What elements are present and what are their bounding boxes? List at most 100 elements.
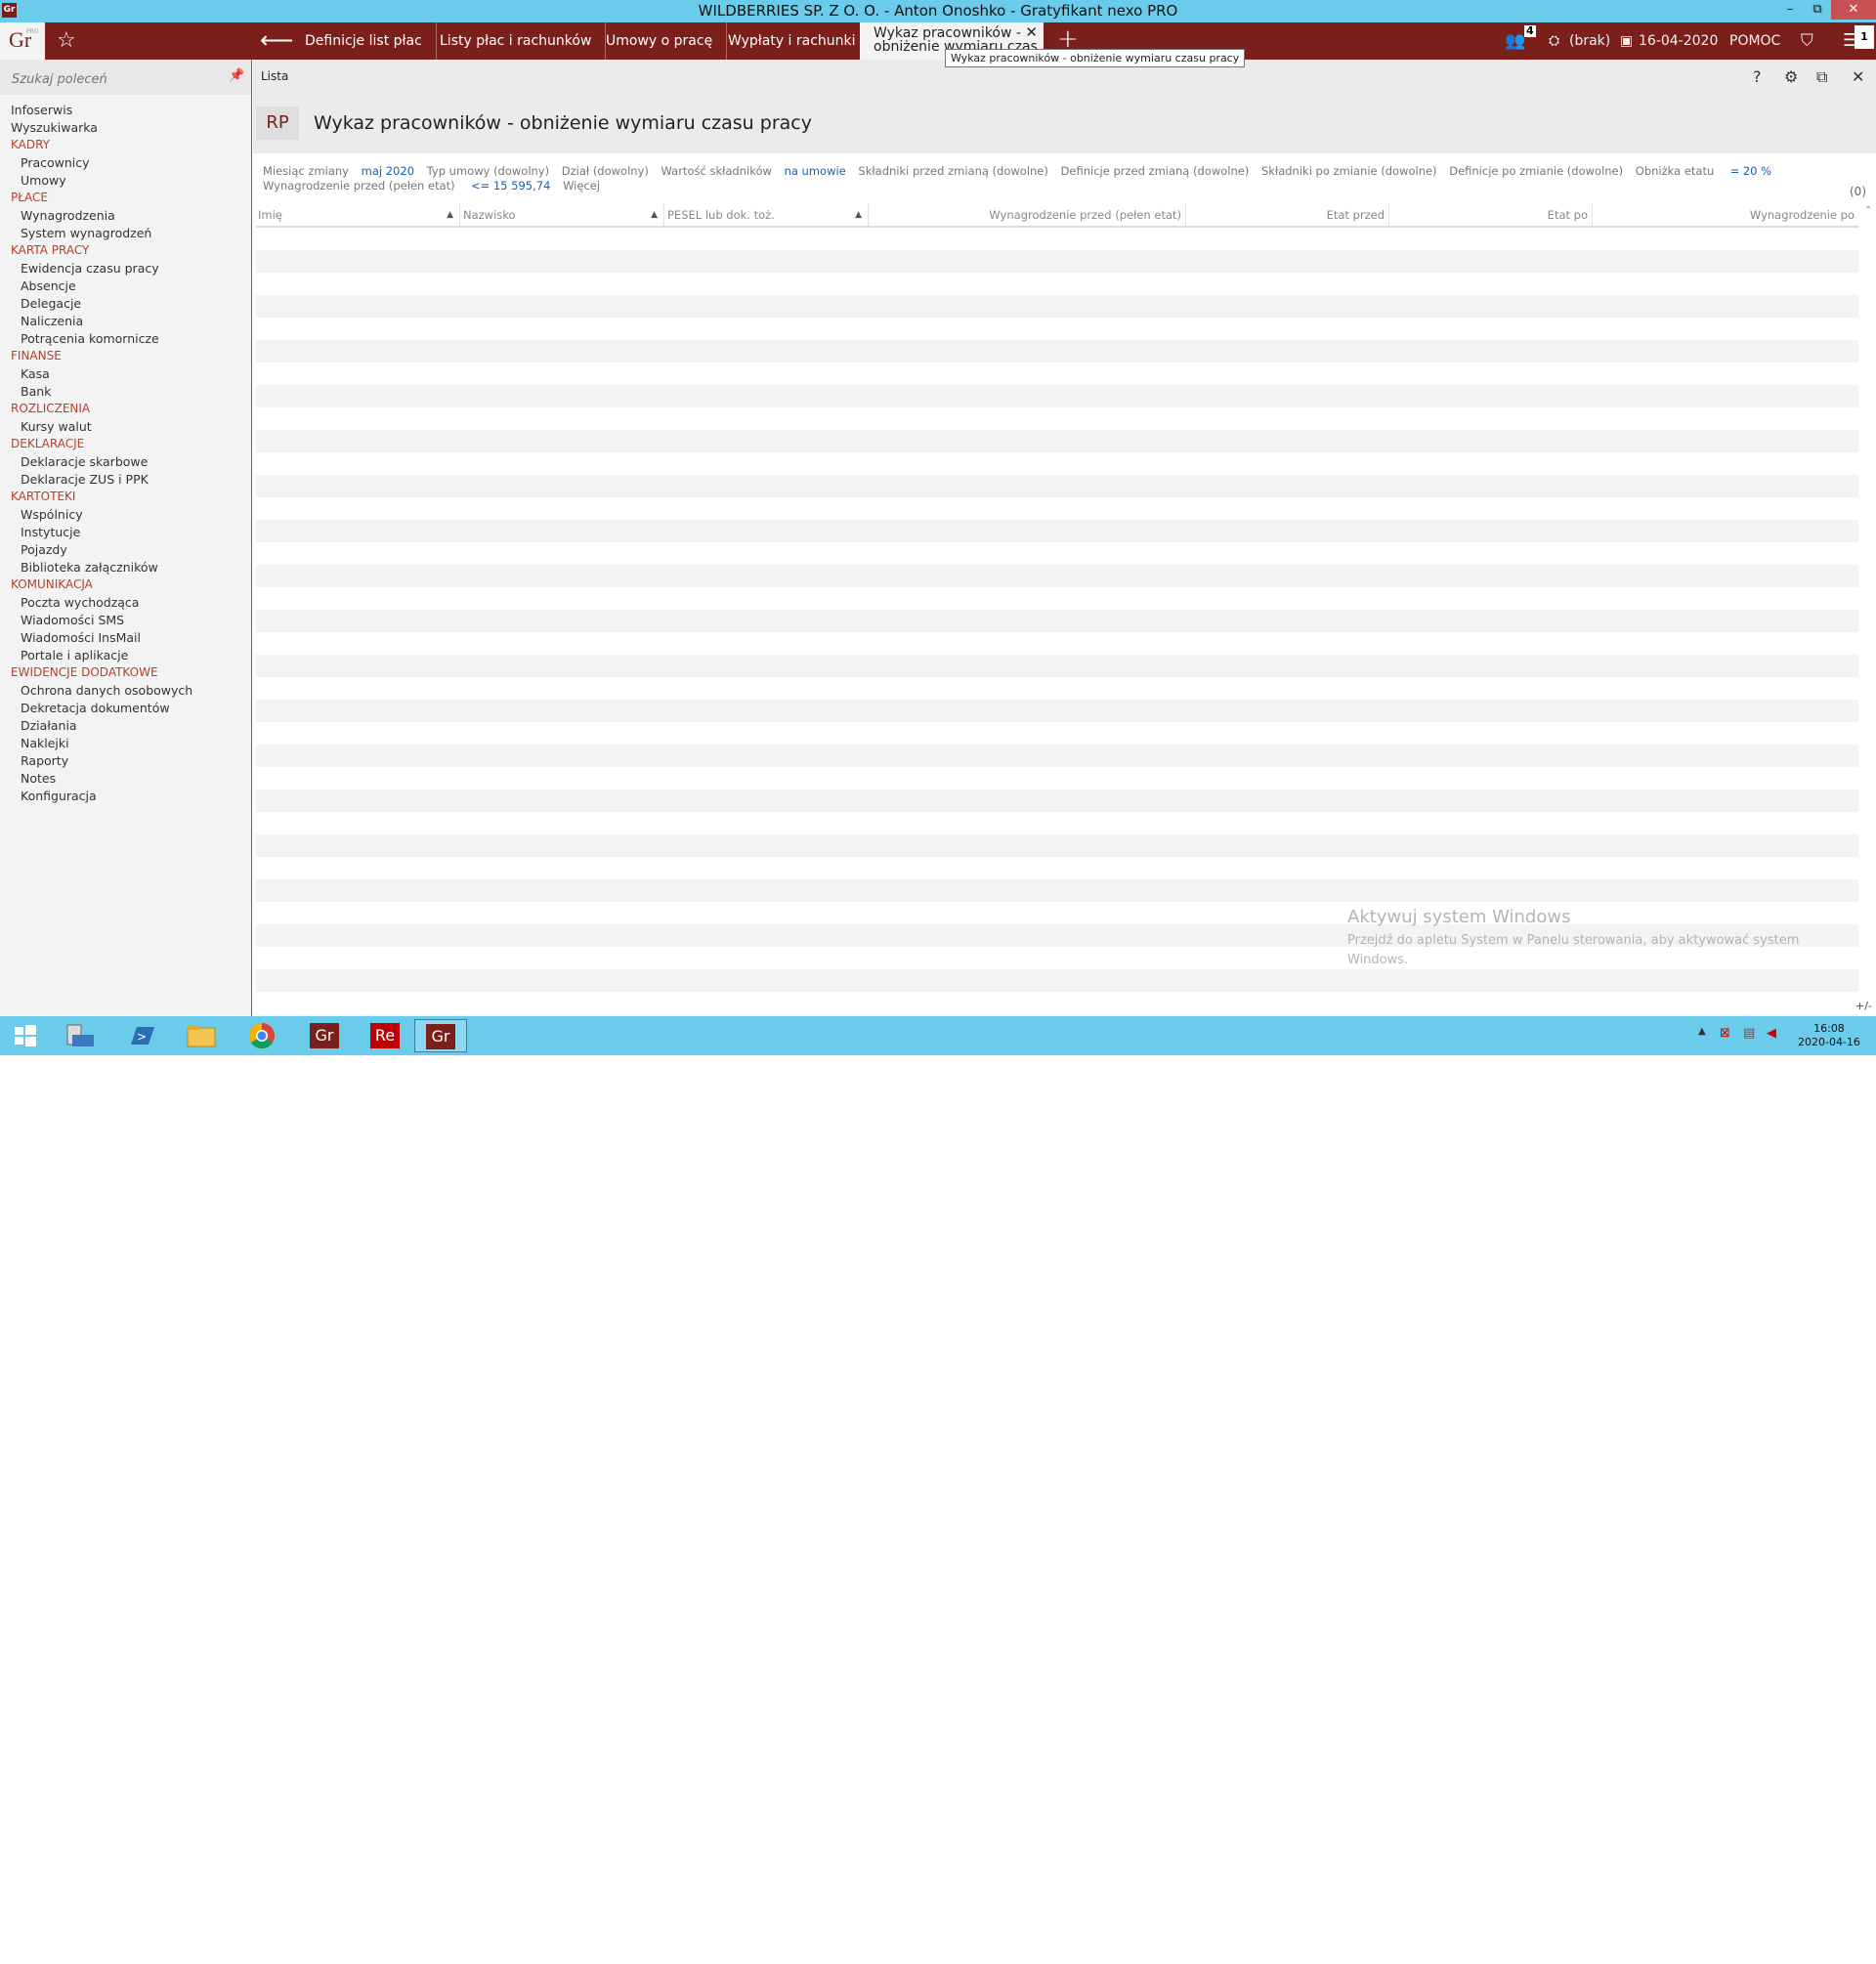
sidebar-item[interactable]: System wynagrodzeń — [0, 226, 251, 243]
column-pesel[interactable]: PESEL lub dok. toż. ▲ — [664, 204, 869, 226]
filter-miesiac-value[interactable]: maj 2020 — [362, 164, 414, 178]
active-tab-label-line1: Wykaz pracowników - — [874, 25, 1021, 41]
tab-definicje-list-plac[interactable]: Definicje list płac — [291, 22, 437, 60]
sidebar-item[interactable]: Wiadomości InsMail — [0, 630, 251, 648]
sidebar-item[interactable]: Kasa — [0, 366, 251, 384]
column-etat-przed[interactable]: Etat przed — [1186, 204, 1389, 226]
filter-skladniki-przed[interactable]: Składniki przed zmianą (dowolne) — [858, 164, 1047, 178]
column-wynagrodzenie-przed[interactable]: Wynagrodzenie przed (pełen etat) — [869, 204, 1186, 226]
filter-definicje-przed[interactable]: Definicje przed zmianą (dowolne) — [1061, 164, 1250, 178]
sidebar-item[interactable]: Konfiguracja — [0, 789, 251, 806]
favorites-star-icon[interactable]: ☆ — [57, 28, 76, 53]
sidebar-item[interactable]: Deklaracje ZUS i PPK — [0, 472, 251, 490]
working-date[interactable]: 16-04-2020 — [1639, 22, 1718, 60]
close-view-icon[interactable]: ✕ — [1852, 67, 1864, 86]
powershell-icon[interactable]: > — [119, 1019, 162, 1052]
sidebar-item[interactable]: Delegacje — [0, 296, 251, 314]
column-nazwisko[interactable]: Nazwisko ▲ — [460, 204, 664, 226]
sidebar-item[interactable]: Działania — [0, 718, 251, 736]
tab-wyplaty[interactable]: Wypłaty i rachunki — [714, 22, 871, 60]
expand-collapse-toggle[interactable]: +/- — [1855, 1000, 1872, 1012]
taskbar-gratyfikant-app[interactable]: Gr — [301, 1019, 344, 1052]
sidebar-item[interactable]: Infoserwis — [0, 103, 251, 120]
close-window-button[interactable]: ✕ — [1831, 0, 1876, 20]
context-value[interactable]: (brak) — [1569, 22, 1610, 60]
sidebar-item[interactable]: Instytucje — [0, 525, 251, 542]
sidebar-item[interactable]: Pojazdy — [0, 542, 251, 560]
filter-skladniki-po[interactable]: Składniki po zmianie (dowolne) — [1261, 164, 1437, 178]
server-manager-icon[interactable] — [59, 1019, 102, 1052]
tray-volume-icon[interactable]: ◀ — [1767, 1026, 1776, 1041]
file-explorer-icon[interactable] — [180, 1019, 223, 1052]
restore-window-icon[interactable]: ⧉ — [1816, 67, 1827, 87]
sidebar-item[interactable]: Deklaracje skarbowe — [0, 454, 251, 472]
filter-obnizka-value[interactable]: = 20 % — [1730, 164, 1772, 178]
sidebar-item[interactable]: Ochrona danych osobowych — [0, 683, 251, 701]
tray-device-icon[interactable]: ▤ — [1743, 1026, 1755, 1041]
scroll-up-icon[interactable]: ⌃ — [1864, 205, 1872, 216]
sidebar-item[interactable]: Ewidencja czasu pracy — [0, 261, 251, 278]
filter-wartosc[interactable]: Wartość składników na umowie — [661, 164, 846, 178]
sidebar-item[interactable]: Wynagrodzenia — [0, 208, 251, 226]
sidebar-item[interactable]: Biblioteka załączników — [0, 560, 251, 577]
watermark-text: Przejdź do apletu System w Panelu sterow… — [1347, 933, 1800, 967]
app-logo[interactable]: Gr PRO — [0, 22, 45, 60]
sidebar-item[interactable]: Kursy walut — [0, 419, 251, 437]
chrome-icon[interactable] — [240, 1019, 283, 1052]
sidebar-item[interactable]: Bank — [0, 384, 251, 402]
filter-wiecej-link[interactable]: Więcej — [563, 179, 600, 192]
sidebar-item[interactable]: Wiadomości SMS — [0, 613, 251, 630]
command-search-input[interactable] — [10, 69, 219, 89]
tab-listy-plac[interactable]: Listy płac i rachunków — [426, 22, 607, 60]
column-imie[interactable]: Imię ▲ — [256, 204, 460, 226]
shield-icon[interactable]: ⛉ — [1801, 22, 1813, 60]
settings-gear-icon[interactable]: ⚙ — [1784, 67, 1798, 86]
start-button[interactable] — [4, 1019, 47, 1052]
column-etat-po[interactable]: Etat po — [1389, 204, 1593, 226]
sidebar-item[interactable]: Pracownicy — [0, 155, 251, 173]
help-icon[interactable]: ? — [1753, 67, 1762, 86]
sidebar-item[interactable]: Umowy — [0, 173, 251, 191]
back-arrow-icon[interactable]: ⟵ — [260, 26, 293, 54]
tray-overflow-icon[interactable]: ▲ — [1698, 1026, 1706, 1037]
table-row — [256, 430, 1858, 452]
taskbar-gratyfikant-active[interactable]: Gr — [414, 1019, 467, 1052]
column-wynagrodzenie-po[interactable]: Wynagrodzenie po — [1593, 204, 1858, 226]
help-menu[interactable]: POMOC — [1729, 22, 1780, 60]
tab-umowy-o-prace[interactable]: Umowy o pracę — [592, 22, 728, 60]
sidebar-item[interactable]: Potrącenia komornicze — [0, 331, 251, 349]
filter-wartosc-value[interactable]: na umowie — [785, 164, 846, 178]
tray-network-icon[interactable]: ⊠ — [1720, 1026, 1730, 1041]
sidebar-item[interactable]: Naliczenia — [0, 314, 251, 331]
pin-icon[interactable]: 📌 — [229, 68, 244, 83]
sidebar-item[interactable]: Wyszukiwarka — [0, 120, 251, 138]
sidebar-item[interactable]: Absencje — [0, 278, 251, 296]
filter-wynagrodzenie-value[interactable]: <= 15 595,74 — [471, 179, 550, 192]
sort-asc-icon[interactable]: ▲ — [651, 204, 658, 226]
sidebar-item[interactable]: Poczta wychodząca — [0, 595, 251, 613]
filter-miesiac[interactable]: Miesiąc zmiany maj 2020 — [263, 164, 414, 178]
sort-asc-icon[interactable]: ▲ — [447, 204, 453, 226]
notifications-badge[interactable]: 1 — [1855, 25, 1874, 49]
minimize-button[interactable]: – — [1776, 0, 1804, 20]
tray-clock[interactable]: 16:08 2020-04-16 — [1798, 1022, 1860, 1049]
sidebar-item[interactable]: Portale i aplikacje — [0, 648, 251, 665]
grid-body[interactable] — [256, 228, 1858, 1037]
calendar-icon[interactable]: ▣ — [1620, 22, 1633, 60]
sidebar-item[interactable]: Wspólnicy — [0, 507, 251, 525]
sidebar-item[interactable]: Dekretacja dokumentów — [0, 701, 251, 718]
users-icon[interactable]: 👥 — [1505, 22, 1525, 60]
filter-definicje-po[interactable]: Definicje po zmianie (dowolne) — [1449, 164, 1623, 178]
sidebar-item[interactable]: Notes — [0, 771, 251, 789]
filter-dzial[interactable]: Dział (dowolny) — [562, 164, 649, 178]
close-tab-icon[interactable]: ✕ — [1025, 25, 1038, 40]
sidebar-item[interactable]: Raporty — [0, 753, 251, 771]
context-icon[interactable]: ⛭ — [1549, 22, 1559, 60]
filter-wynagrodzenie[interactable]: Wynagrodzenie przed (pełen etat) <= 15 5… — [263, 179, 550, 192]
sidebar-item[interactable]: Naklejki — [0, 736, 251, 753]
filter-typ-umowy[interactable]: Typ umowy (dowolny) — [427, 164, 549, 178]
sort-asc-icon[interactable]: ▲ — [855, 204, 862, 226]
filter-obnizka[interactable]: Obniżka etatu = 20 % — [1636, 164, 1771, 178]
maximize-button[interactable]: ⧉ — [1804, 0, 1831, 20]
taskbar-rewizor-app[interactable]: Re — [362, 1019, 405, 1052]
